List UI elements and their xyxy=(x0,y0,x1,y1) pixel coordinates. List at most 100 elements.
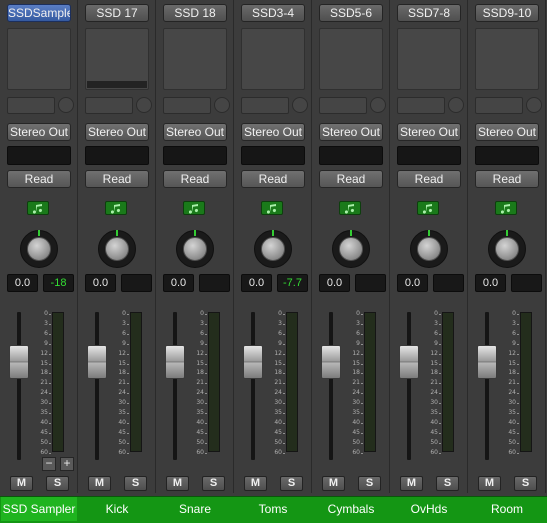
zoom-in-button[interactable]: + xyxy=(60,457,74,471)
midi-activity-button[interactable] xyxy=(105,201,127,215)
volume-fader[interactable] xyxy=(399,345,419,380)
peak-readout[interactable] xyxy=(199,274,230,292)
group-slot[interactable] xyxy=(85,146,149,165)
audio-fx-slot[interactable] xyxy=(319,28,383,90)
track-name[interactable]: SSD Sampler xyxy=(1,497,77,521)
send-level-knob[interactable] xyxy=(214,97,230,113)
volume-fader[interactable] xyxy=(321,345,341,380)
pan-knob[interactable] xyxy=(254,230,292,268)
automation-mode-button[interactable]: Read xyxy=(241,170,305,188)
audio-fx-slot[interactable] xyxy=(397,28,461,90)
zoom-out-button[interactable]: − xyxy=(42,457,56,471)
peak-readout[interactable] xyxy=(355,274,386,292)
solo-button[interactable]: S xyxy=(514,476,537,491)
instrument-slot-button[interactable]: SSD 18 xyxy=(163,4,227,22)
pan-knob[interactable] xyxy=(488,230,526,268)
solo-button[interactable]: S xyxy=(124,476,147,491)
volume-readout[interactable]: 0.0 xyxy=(85,274,116,292)
midi-activity-button[interactable] xyxy=(183,201,205,215)
output-button[interactable]: Stereo Out xyxy=(397,123,461,141)
volume-fader[interactable] xyxy=(87,345,107,380)
automation-mode-button[interactable]: Read xyxy=(163,170,227,188)
automation-mode-button[interactable]: Read xyxy=(7,170,71,188)
pan-knob[interactable] xyxy=(98,230,136,268)
automation-mode-button[interactable]: Read xyxy=(85,170,149,188)
solo-button[interactable]: S xyxy=(358,476,381,491)
send-slot[interactable] xyxy=(241,97,289,114)
volume-fader[interactable] xyxy=(9,345,29,380)
track-name[interactable]: Snare xyxy=(157,497,233,521)
volume-readout[interactable]: 0.0 xyxy=(7,274,38,292)
group-slot[interactable] xyxy=(397,146,461,165)
output-button[interactable]: Stereo Out xyxy=(319,123,383,141)
midi-activity-button[interactable] xyxy=(417,201,439,215)
instrument-slot-button[interactable]: SSD 17 xyxy=(85,4,149,22)
peak-readout[interactable] xyxy=(121,274,152,292)
volume-fader[interactable] xyxy=(165,345,185,380)
group-slot[interactable] xyxy=(475,146,539,165)
send-level-knob[interactable] xyxy=(58,97,74,113)
track-name[interactable]: Kick xyxy=(79,497,155,521)
volume-readout[interactable]: 0.0 xyxy=(475,274,506,292)
track-name[interactable]: Cymbals xyxy=(313,497,389,521)
volume-fader[interactable] xyxy=(477,345,497,380)
mute-button[interactable]: M xyxy=(10,476,33,491)
automation-mode-button[interactable]: Read xyxy=(319,170,383,188)
solo-button[interactable]: S xyxy=(202,476,225,491)
send-level-knob[interactable] xyxy=(526,97,542,113)
send-slot[interactable] xyxy=(475,97,523,114)
group-slot[interactable] xyxy=(163,146,227,165)
instrument-slot-button[interactable]: SSDSampler xyxy=(7,4,71,22)
peak-readout[interactable] xyxy=(511,274,542,292)
pan-knob[interactable] xyxy=(20,230,58,268)
automation-mode-button[interactable]: Read xyxy=(475,170,539,188)
output-button[interactable]: Stereo Out xyxy=(85,123,149,141)
instrument-slot-button[interactable]: SSD3-4 xyxy=(241,4,305,22)
peak-readout[interactable] xyxy=(433,274,464,292)
instrument-slot-button[interactable]: SSD7-8 xyxy=(397,4,461,22)
solo-button[interactable]: S xyxy=(46,476,69,491)
audio-fx-slot[interactable] xyxy=(85,28,149,90)
volume-readout[interactable]: 0.0 xyxy=(397,274,428,292)
send-slot[interactable] xyxy=(85,97,133,114)
midi-activity-button[interactable] xyxy=(495,201,517,215)
track-name[interactable]: Toms xyxy=(235,497,311,521)
group-slot[interactable] xyxy=(7,146,71,165)
send-level-knob[interactable] xyxy=(136,97,152,113)
track-name[interactable]: Room xyxy=(469,497,545,521)
send-level-knob[interactable] xyxy=(292,97,308,113)
mute-button[interactable]: M xyxy=(244,476,267,491)
volume-readout[interactable]: 0.0 xyxy=(319,274,350,292)
send-slot[interactable] xyxy=(163,97,211,114)
audio-fx-slot[interactable] xyxy=(7,28,71,90)
instrument-slot-button[interactable]: SSD5-6 xyxy=(319,4,383,22)
group-slot[interactable] xyxy=(241,146,305,165)
peak-readout[interactable]: -18 xyxy=(43,274,74,292)
volume-readout[interactable]: 0.0 xyxy=(241,274,272,292)
pan-knob[interactable] xyxy=(410,230,448,268)
audio-fx-slot[interactable] xyxy=(475,28,539,90)
send-slot[interactable] xyxy=(7,97,55,114)
output-button[interactable]: Stereo Out xyxy=(475,123,539,141)
send-slot[interactable] xyxy=(397,97,445,114)
audio-fx-slot[interactable] xyxy=(163,28,227,90)
automation-mode-button[interactable]: Read xyxy=(397,170,461,188)
mute-button[interactable]: M xyxy=(88,476,111,491)
midi-activity-button[interactable] xyxy=(27,201,49,215)
output-button[interactable]: Stereo Out xyxy=(7,123,71,141)
solo-button[interactable]: S xyxy=(280,476,303,491)
send-level-knob[interactable] xyxy=(448,97,464,113)
send-level-knob[interactable] xyxy=(370,97,386,113)
mute-button[interactable]: M xyxy=(478,476,501,491)
pan-knob[interactable] xyxy=(332,230,370,268)
mute-button[interactable]: M xyxy=(400,476,423,491)
track-name[interactable]: OvHds xyxy=(391,497,467,521)
group-slot[interactable] xyxy=(319,146,383,165)
midi-activity-button[interactable] xyxy=(339,201,361,215)
mute-button[interactable]: M xyxy=(166,476,189,491)
mute-button[interactable]: M xyxy=(322,476,345,491)
send-slot[interactable] xyxy=(319,97,367,114)
output-button[interactable]: Stereo Out xyxy=(241,123,305,141)
peak-readout[interactable]: -7.7 xyxy=(277,274,308,292)
output-button[interactable]: Stereo Out xyxy=(163,123,227,141)
